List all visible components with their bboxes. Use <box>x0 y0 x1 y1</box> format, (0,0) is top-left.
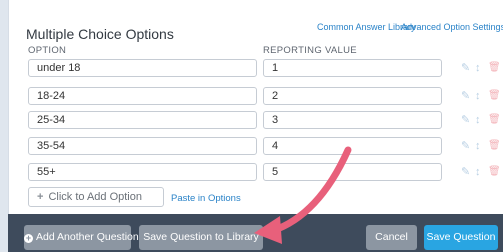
annotation-arrow <box>254 146 352 244</box>
annotation-arrow-shaft <box>268 146 352 235</box>
annotation-arrow-head <box>254 216 282 244</box>
